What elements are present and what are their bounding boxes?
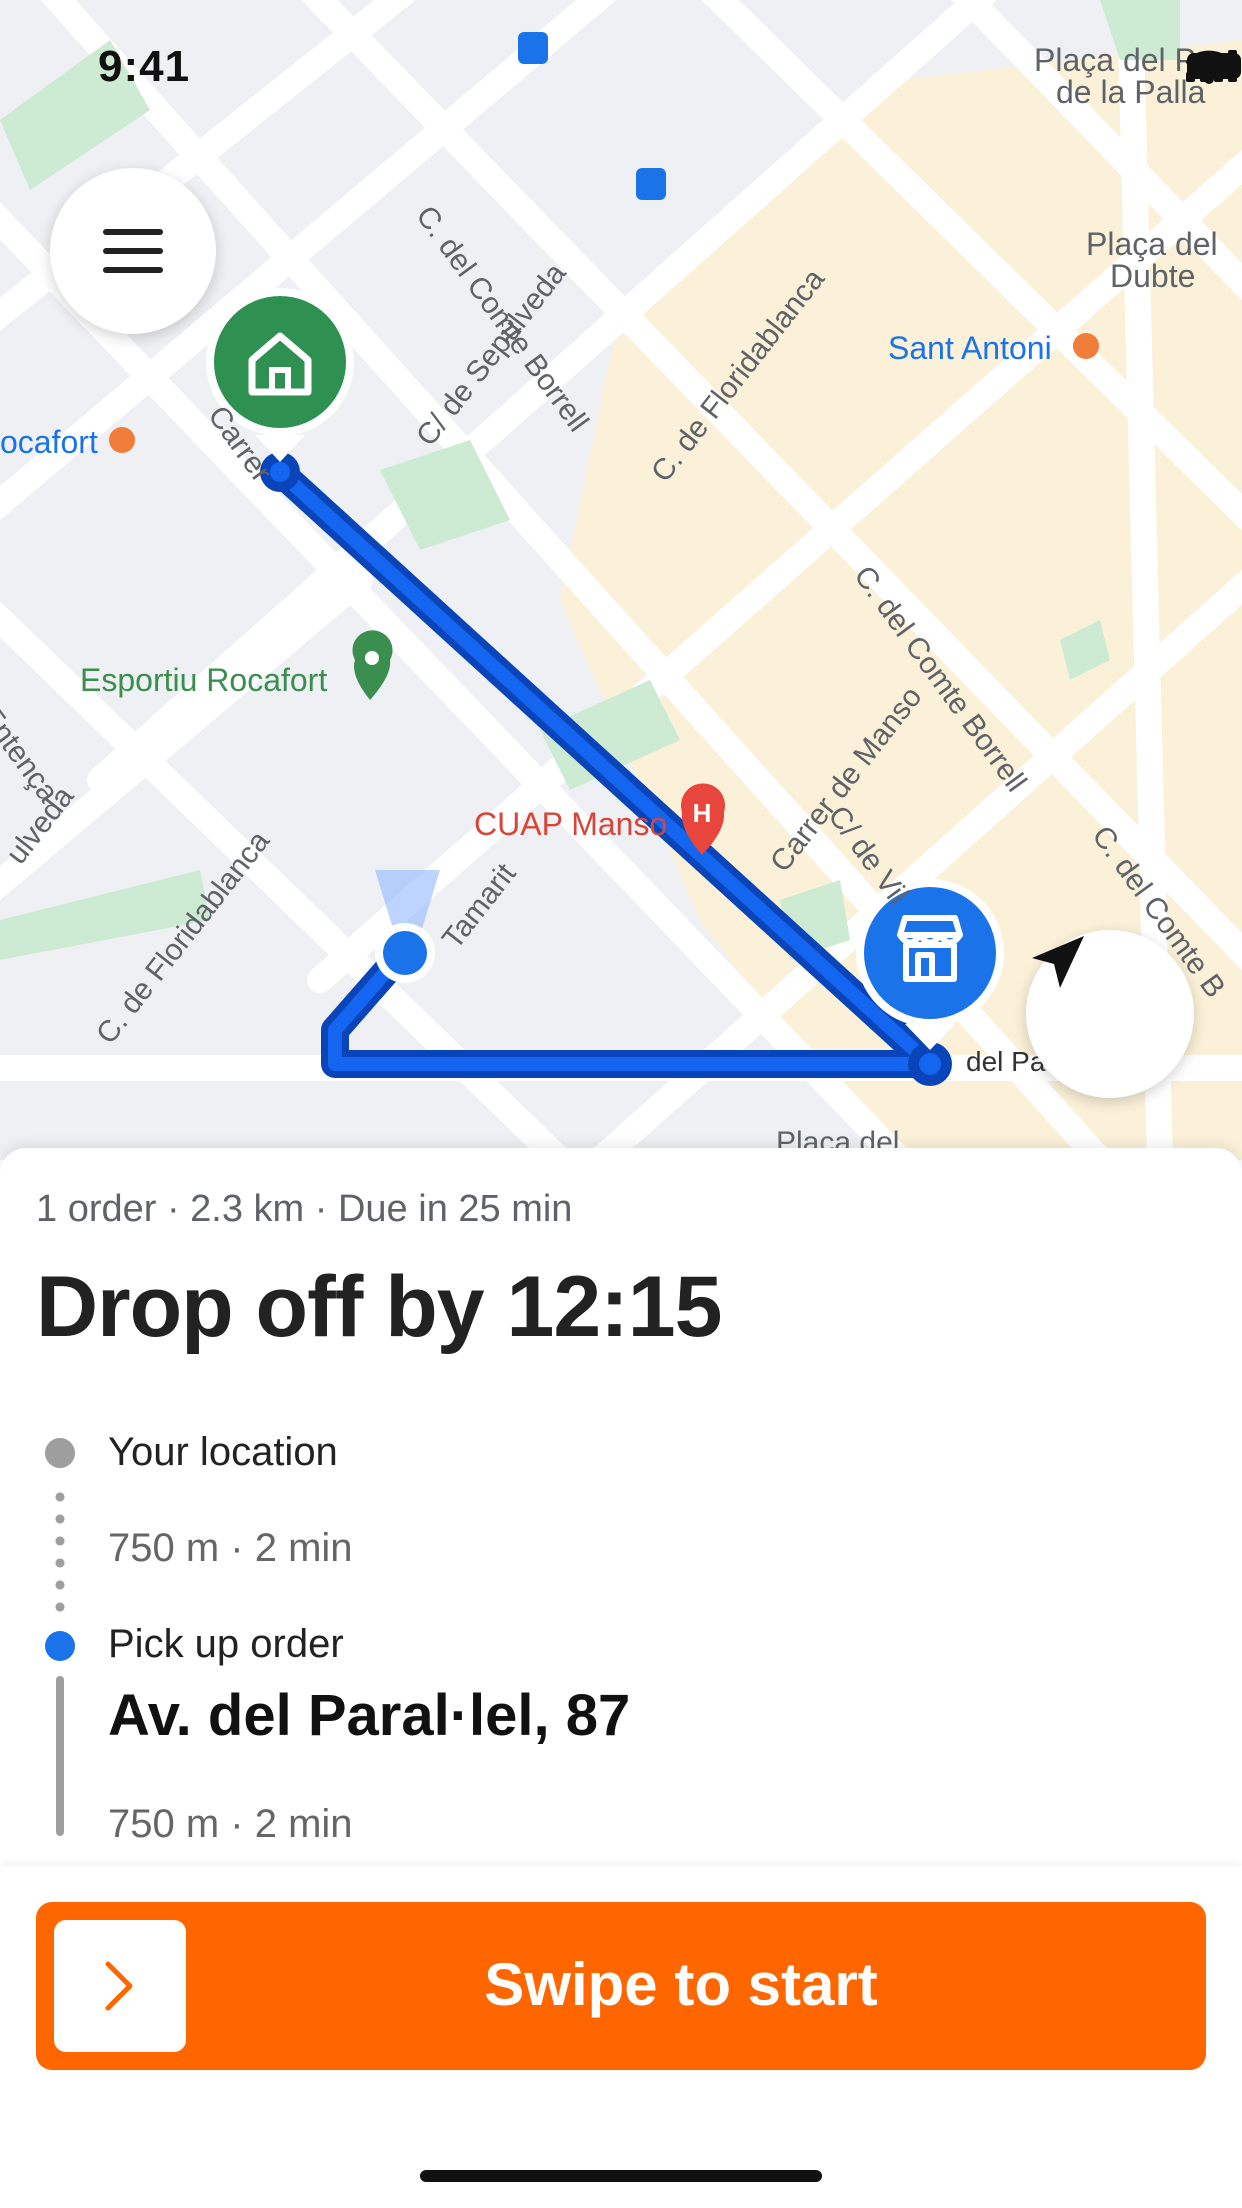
map-view[interactable]: H C. del Comte Borrell C/ de Sepúlveda C…	[0, 0, 1242, 1160]
stop-meta: 750 m · 2 min	[108, 1526, 353, 1570]
status-time: 9:41	[98, 42, 191, 91]
svg-text:H: H	[693, 798, 712, 828]
place-label-sant-antoni: Sant Antoni	[888, 330, 1052, 366]
swipe-label: Swipe to start	[484, 1951, 878, 2018]
stop-label: Your location	[108, 1430, 338, 1474]
park-pin-icon	[352, 630, 393, 700]
menu-button[interactable]	[50, 168, 216, 334]
bus-stop-icon	[518, 32, 666, 200]
solid-connector	[56, 1676, 64, 1836]
battery-icon	[1187, 53, 1241, 79]
place-label-esportiu: Esportiu Rocafort	[80, 662, 328, 698]
place-label-cuap: CUAP Manso	[474, 806, 668, 842]
stop-label: Pick up order	[108, 1622, 344, 1666]
place-label-placa-dubte-2: Dubte	[1110, 258, 1196, 294]
navigation-arrow-icon	[1032, 936, 1084, 988]
pickup-address: Av. del Paral·lel, 87	[108, 1683, 631, 1748]
place-label-rocafort: ocafort	[0, 424, 98, 460]
place-label-pes-palla-2: de la Palla	[1056, 74, 1206, 110]
trip-summary: 1 order · 2.3 km · Due in 25 min	[36, 1188, 573, 1230]
pickup-dot	[45, 1631, 75, 1661]
dotted-connector	[55, 1486, 65, 1618]
swipe-to-start-button[interactable]: Swipe to start	[36, 1902, 1206, 2070]
place-label-del-pa: del Pa	[966, 1046, 1046, 1077]
home-indicator[interactable]	[420, 2170, 822, 2182]
action-footer: Swipe to start	[0, 1866, 1242, 2208]
stop-meta: 750 m · 2 min	[108, 1802, 353, 1846]
dropoff-headline: Drop off by 12:15	[36, 1259, 722, 1355]
menu-icon	[103, 229, 163, 273]
your-location-dot	[45, 1438, 75, 1468]
recenter-button[interactable]	[1026, 930, 1194, 1098]
